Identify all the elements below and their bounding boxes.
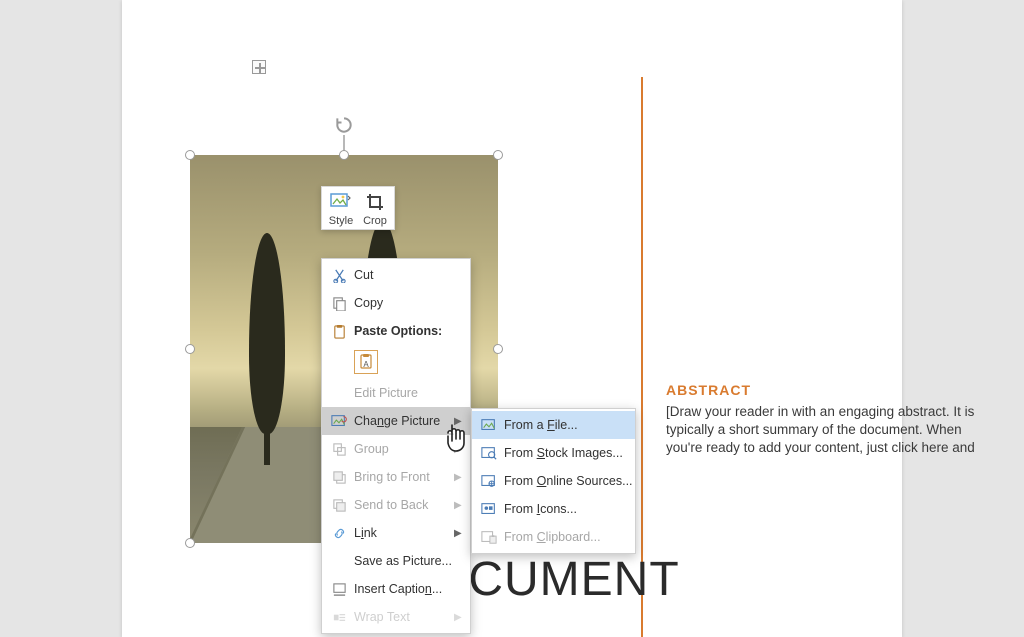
submenu-from-clipboard: From Clipboard... xyxy=(472,523,635,551)
menu-wrap-text-label: Wrap Text xyxy=(350,610,454,624)
resize-handle-bl[interactable] xyxy=(185,538,195,548)
from-online-icon xyxy=(478,474,500,488)
menu-change-picture[interactable]: Change Picture ▶ xyxy=(322,407,470,435)
abstract-body-text: [Draw your reader in with an engaging ab… xyxy=(666,403,998,458)
menu-send-to-back: Send to Back ▶ xyxy=(322,491,470,519)
menu-send-back-label: Send to Back xyxy=(350,498,454,512)
resize-handle-tm[interactable] xyxy=(339,150,349,160)
send-back-icon xyxy=(328,498,350,513)
change-picture-submenu: From a File... From Stock Images... From… xyxy=(471,408,636,554)
picture-context-menu: Cut Copy Paste Options: A Edit Picture C… xyxy=(321,258,471,634)
copy-icon xyxy=(328,296,350,311)
abstract-block: ABSTRACT [Draw your reader in with an en… xyxy=(666,381,998,458)
menu-group: Group ▶ xyxy=(322,435,470,463)
menu-cut[interactable]: Cut xyxy=(322,261,470,289)
menu-insert-caption-label: Insert Caption... xyxy=(350,582,464,596)
menu-copy-label: Copy xyxy=(350,296,464,310)
abstract-heading: ABSTRACT xyxy=(666,381,998,400)
from-clipboard-icon xyxy=(478,530,500,544)
menu-edit-picture-label: Edit Picture xyxy=(350,386,464,400)
menu-group-label: Group xyxy=(350,442,454,456)
bring-front-icon xyxy=(328,470,350,485)
cut-icon xyxy=(328,268,350,283)
menu-save-as-picture-label: Save as Picture... xyxy=(350,554,464,568)
submenu-from-icons-label: From Icons... xyxy=(500,502,629,516)
object-anchor-icon xyxy=(252,60,266,74)
paste-keep-formatting[interactable]: A xyxy=(354,350,378,374)
picture-style-icon xyxy=(324,191,358,213)
style-button[interactable]: Style xyxy=(324,191,358,227)
resize-handle-ml[interactable] xyxy=(185,344,195,354)
menu-wrap-text: Wrap Text ▶ xyxy=(322,603,470,631)
resize-handle-mr[interactable] xyxy=(493,344,503,354)
submenu-from-icons[interactable]: From Icons... xyxy=(472,495,635,523)
menu-paste-options-label: Paste Options: xyxy=(350,324,464,338)
menu-change-picture-label: Change Picture xyxy=(350,414,454,428)
rotate-stem xyxy=(343,135,345,151)
menu-insert-caption[interactable]: Insert Caption... xyxy=(322,575,470,603)
paste-options-row: A xyxy=(322,345,470,379)
menu-cut-label: Cut xyxy=(350,268,464,282)
submenu-from-online-label: From Online Sources... xyxy=(500,474,633,488)
link-icon xyxy=(328,526,350,541)
menu-edit-picture: Edit Picture xyxy=(322,379,470,407)
menu-save-as-picture[interactable]: Save as Picture... xyxy=(322,547,470,575)
menu-link-label: Link xyxy=(350,526,454,540)
group-icon xyxy=(328,442,350,457)
caption-icon xyxy=(328,582,350,597)
picture-mini-toolbar: Style Crop xyxy=(321,186,395,230)
wrap-text-icon xyxy=(328,610,350,625)
crop-icon xyxy=(358,191,392,213)
menu-bring-to-front: Bring to Front ▶ xyxy=(322,463,470,491)
submenu-from-file[interactable]: From a File... xyxy=(472,411,635,439)
submenu-from-clipboard-label: From Clipboard... xyxy=(500,530,629,544)
submenu-from-stock[interactable]: From Stock Images... xyxy=(472,439,635,467)
resize-handle-tl[interactable] xyxy=(185,150,195,160)
from-file-icon xyxy=(478,418,500,432)
rotate-handle[interactable] xyxy=(334,115,354,135)
from-stock-icon xyxy=(478,446,500,460)
submenu-from-online[interactable]: From Online Sources... xyxy=(472,467,635,495)
menu-link[interactable]: Link ▶ xyxy=(322,519,470,547)
menu-copy[interactable]: Copy xyxy=(322,289,470,317)
submenu-from-stock-label: From Stock Images... xyxy=(500,446,629,460)
menu-bring-front-label: Bring to Front xyxy=(350,470,454,484)
crop-label: Crop xyxy=(358,215,392,227)
svg-text:A: A xyxy=(363,360,369,369)
style-label: Style xyxy=(324,215,358,227)
submenu-arrow-icon: ▶ xyxy=(454,528,464,539)
submenu-arrow-icon: ▶ xyxy=(454,416,464,427)
crop-button[interactable]: Crop xyxy=(358,191,392,227)
paste-icon xyxy=(328,324,350,339)
menu-paste-options-header: Paste Options: xyxy=(322,317,470,345)
from-icons-icon xyxy=(478,502,500,516)
submenu-from-file-label: From a File... xyxy=(500,418,629,432)
resize-handle-tr[interactable] xyxy=(493,150,503,160)
change-picture-icon xyxy=(328,414,350,428)
